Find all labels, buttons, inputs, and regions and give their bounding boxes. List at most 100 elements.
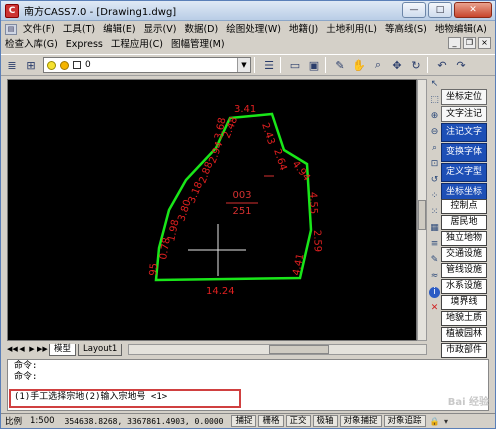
scroll-thumb[interactable]	[269, 345, 330, 354]
menu-engineering[interactable]: 工程应用(C)	[107, 37, 167, 52]
menu-cadastre[interactable]: 地籍(J)	[285, 22, 322, 37]
ortho-toggle[interactable]: 正交	[285, 415, 311, 427]
menu-file[interactable]: 文件(F)	[19, 22, 59, 37]
annotate-text-button[interactable]: 注记文字	[441, 123, 487, 142]
building-icon[interactable]: ▦	[429, 223, 440, 234]
side-icon-strip: ↖ ⬚ ⊕ ⊖ ⌕ ⊡ ↺ ⁘ ⁙ ▦ ≡ ✎ ≈ i ✕	[429, 79, 441, 354]
pencil-icon[interactable]: ✎	[332, 57, 348, 73]
menu-bar-primary: ▤ 文件(F) 工具(T) 编辑(E) 显示(V) 数据(D) 绘图处理(W) …	[1, 22, 495, 37]
layers-icon[interactable]: ≣	[4, 57, 20, 73]
category-transportation[interactable]: 交通设施	[441, 247, 487, 262]
menu-drawing-process[interactable]: 绘图处理(W)	[222, 22, 285, 37]
zoom-icon[interactable]: ⌕	[370, 57, 386, 73]
layer-dropdown[interactable]: 0 ▼	[43, 57, 251, 73]
chevron-down-icon[interactable]: ▼	[237, 58, 250, 72]
category-landform-soil[interactable]: 地貌土质	[441, 311, 487, 326]
layer-freeze-icon[interactable]	[60, 60, 69, 70]
cass-window: C 南方CASS7.0 - [Drawing1.dwg] — □ ✕ ▤ 文件(…	[0, 0, 496, 429]
menu-feature-edit[interactable]: 地物编辑(A)	[431, 22, 491, 37]
prev-tab-arrow[interactable]: ◀	[17, 344, 27, 355]
doc-restore-button[interactable]: ❐	[463, 37, 476, 49]
road-icon[interactable]: ≡	[429, 239, 440, 250]
grid-icon[interactable]: ⁘	[429, 191, 440, 202]
category-independent-feature[interactable]: 独立地物	[441, 231, 487, 246]
menu-check-import[interactable]: 检查入库(G)	[1, 37, 62, 52]
water-icon[interactable]: ≈	[429, 271, 440, 282]
menu-sheet-management[interactable]: 图幅管理(M)	[167, 37, 229, 52]
lock-icon[interactable]: 🔒	[430, 417, 440, 426]
menu-view[interactable]: 显示(V)	[140, 22, 181, 37]
layer-on-icon[interactable]	[47, 60, 56, 70]
category-pipeline[interactable]: 管线设施	[441, 263, 487, 278]
last-tab-arrow[interactable]: ▶▶	[37, 344, 48, 355]
text-annotation-button[interactable]: 文字注记	[441, 106, 487, 122]
scale-label: 比例	[5, 417, 23, 427]
first-tab-arrow[interactable]: ◀◀	[7, 344, 18, 355]
category-residential[interactable]: 居民地	[441, 215, 487, 230]
menu-tools[interactable]: 工具(T)	[59, 22, 99, 37]
menu-edit[interactable]: 编辑(E)	[99, 22, 139, 37]
tab-layout1[interactable]: Layout1	[78, 343, 123, 356]
scale-value[interactable]: 1:500	[26, 416, 59, 426]
drawing-canvas[interactable]: 003 251 3.41 2.43 2.64 4.94 4.55 2.59 4.…	[7, 79, 417, 341]
rotate-icon[interactable]: ↻	[408, 57, 424, 73]
minimize-button[interactable]: —	[402, 2, 426, 18]
menu-express[interactable]: Express	[62, 37, 107, 52]
layer-props-icon[interactable]: ⊞	[23, 57, 39, 73]
undo-icon[interactable]: ↶	[434, 57, 450, 73]
category-water-system[interactable]: 水系设施	[441, 279, 487, 294]
change-font-button[interactable]: 变换字体	[441, 143, 487, 162]
grid-toggle[interactable]: 栅格	[258, 415, 284, 427]
new-icon[interactable]: ▭	[287, 57, 303, 73]
redo-icon[interactable]: ↷	[453, 57, 469, 73]
select-icon[interactable]: ⬚	[429, 95, 440, 106]
command-window[interactable]: 命令: 命令: (1)手工选择宗地(2)输入宗地号 <1>	[7, 359, 489, 411]
delete-icon[interactable]: ✕	[429, 303, 440, 314]
grid-snap-icon[interactable]: ⁙	[429, 207, 440, 218]
close-button[interactable]: ✕	[454, 2, 492, 18]
doc-minimize-button[interactable]: _	[448, 37, 461, 49]
object-snap-toggle[interactable]: 对象捕捉	[339, 415, 382, 427]
category-boundary[interactable]: 境界线	[441, 295, 487, 310]
category-vegetation[interactable]: 植被园林	[441, 327, 487, 342]
edge-label: 2.94	[207, 140, 225, 165]
maximize-button[interactable]: □	[428, 2, 452, 18]
menu-contour[interactable]: 等高线(S)	[381, 22, 431, 37]
cursor-coordinates: 354638.8268, 3367861.4903, 0.0000	[64, 416, 224, 426]
edge-label: 14.24	[206, 286, 235, 297]
snap-toggle[interactable]: 捕捉	[231, 415, 257, 427]
zoom-in-icon[interactable]: ⊕	[429, 111, 440, 122]
command-history-line: 命令:	[14, 372, 38, 382]
edge-label: 4.55	[307, 192, 319, 215]
category-municipal[interactable]: 市政部件	[441, 343, 487, 358]
refresh-icon[interactable]: ↺	[429, 175, 440, 186]
menu-land-use[interactable]: 土地利用(L)	[322, 22, 381, 37]
tool-icon[interactable]: ✎	[429, 255, 440, 266]
pointer-icon[interactable]: ↖	[429, 79, 440, 90]
feature-category-panel: 控制点 居民地 独立地物 交通设施 管线设施 水系设施 境界线 地貌土质 植被园…	[441, 199, 488, 359]
scroll-thumb[interactable]	[418, 200, 426, 230]
vertical-scrollbar[interactable]	[417, 79, 427, 341]
command-prompt[interactable]: (1)手工选择宗地(2)输入宗地号 <1>	[14, 392, 167, 403]
object-track-toggle[interactable]: 对象追踪	[383, 415, 426, 427]
menu-data[interactable]: 数据(D)	[180, 22, 222, 37]
coordinate-locate-button[interactable]: 坐标定位	[441, 89, 487, 105]
pan-icon[interactable]: ✋	[351, 57, 367, 73]
tab-model[interactable]: 模型	[49, 343, 77, 356]
info-icon[interactable]: i	[429, 287, 440, 298]
horizontal-scrollbar[interactable]	[128, 344, 427, 355]
chevron-down-icon[interactable]: ▾	[442, 417, 451, 426]
next-tab-arrow[interactable]: ▶	[27, 344, 37, 355]
define-font-button[interactable]: 定义字型	[441, 163, 487, 182]
move-icon[interactable]: ✥	[389, 57, 405, 73]
zoom-out-icon[interactable]: ⊖	[429, 127, 440, 138]
polar-toggle[interactable]: 极轴	[312, 415, 338, 427]
search-icon[interactable]: ⌕	[429, 143, 440, 154]
doc-close-button[interactable]: ×	[478, 37, 491, 49]
document-window-controls: _ ❐ ×	[448, 37, 491, 49]
zoom-window-icon[interactable]: ⊡	[429, 159, 440, 170]
document-icon[interactable]: ▤	[5, 24, 17, 35]
line-props-icon[interactable]: ☰	[261, 57, 277, 73]
category-control-point[interactable]: 控制点	[441, 199, 487, 214]
save-icon[interactable]: ▣	[306, 57, 322, 73]
